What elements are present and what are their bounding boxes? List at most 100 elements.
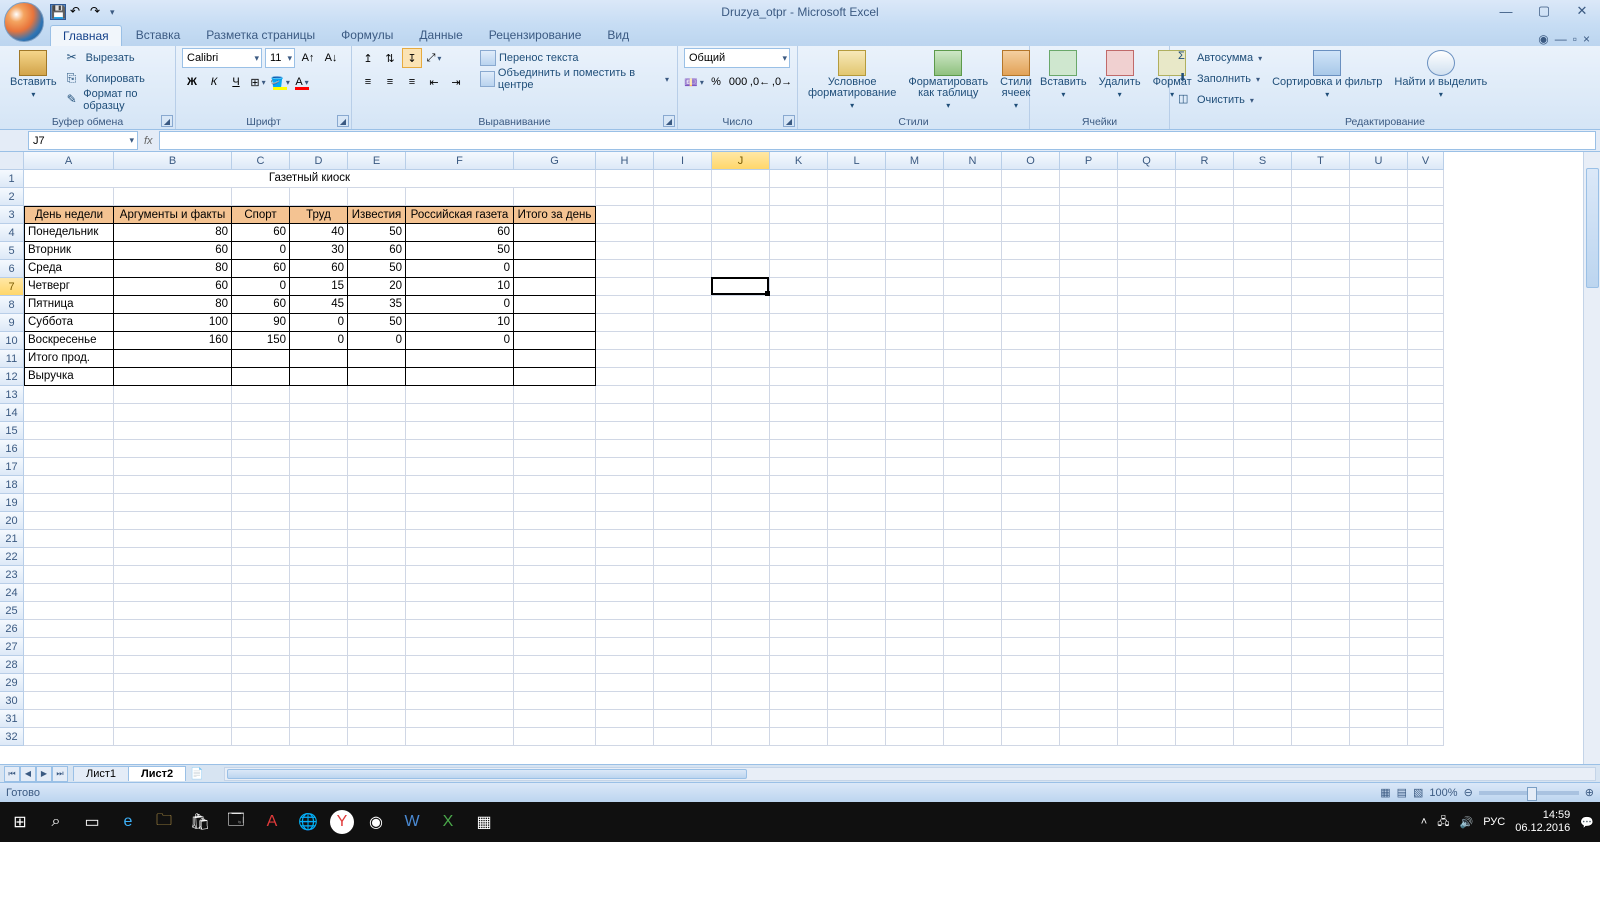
- cell[interactable]: [1350, 332, 1408, 350]
- cell[interactable]: [114, 548, 232, 566]
- cell[interactable]: 10: [406, 314, 514, 332]
- cell[interactable]: [654, 404, 712, 422]
- cell[interactable]: [1118, 476, 1176, 494]
- cell[interactable]: [770, 368, 828, 386]
- cell[interactable]: [1118, 584, 1176, 602]
- cell[interactable]: [1176, 710, 1234, 728]
- cell[interactable]: [1292, 188, 1350, 206]
- cell[interactable]: [114, 386, 232, 404]
- cell[interactable]: [944, 278, 1002, 296]
- cell[interactable]: [1060, 728, 1118, 746]
- cell[interactable]: [1118, 728, 1176, 746]
- cell[interactable]: [1292, 620, 1350, 638]
- cell[interactable]: [828, 620, 886, 638]
- horizontal-scrollbar[interactable]: [224, 767, 1596, 781]
- cell[interactable]: [290, 386, 348, 404]
- cell[interactable]: [828, 422, 886, 440]
- cell[interactable]: [1350, 530, 1408, 548]
- cell[interactable]: [348, 584, 406, 602]
- increase-decimal-button[interactable]: ,0←: [750, 72, 770, 92]
- cell[interactable]: 40: [290, 224, 348, 242]
- cell[interactable]: 20: [348, 278, 406, 296]
- cell[interactable]: [1002, 728, 1060, 746]
- cell[interactable]: [1118, 548, 1176, 566]
- cell[interactable]: [712, 242, 770, 260]
- cell[interactable]: День недели: [24, 206, 114, 224]
- row-header[interactable]: 23: [0, 566, 24, 584]
- cell[interactable]: [1350, 566, 1408, 584]
- cell[interactable]: 50: [348, 260, 406, 278]
- cell[interactable]: [596, 314, 654, 332]
- cell[interactable]: [770, 296, 828, 314]
- cell[interactable]: [1350, 188, 1408, 206]
- cell[interactable]: [24, 728, 114, 746]
- cell[interactable]: [886, 278, 944, 296]
- cell[interactable]: [114, 368, 232, 386]
- cell[interactable]: [24, 422, 114, 440]
- cell[interactable]: [770, 260, 828, 278]
- cell[interactable]: [1234, 296, 1292, 314]
- cell[interactable]: [828, 170, 886, 188]
- cell[interactable]: [1118, 350, 1176, 368]
- cell[interactable]: [514, 314, 596, 332]
- app-icon-2[interactable]: 🌐: [294, 808, 322, 836]
- cell[interactable]: [1408, 512, 1444, 530]
- cell[interactable]: [596, 458, 654, 476]
- cell[interactable]: [886, 476, 944, 494]
- cell[interactable]: [1292, 530, 1350, 548]
- cell[interactable]: [406, 548, 514, 566]
- cell[interactable]: [1118, 530, 1176, 548]
- cell[interactable]: [232, 350, 290, 368]
- cell[interactable]: [406, 674, 514, 692]
- row-header[interactable]: 22: [0, 548, 24, 566]
- cell[interactable]: [1002, 566, 1060, 584]
- cell[interactable]: [406, 602, 514, 620]
- cell[interactable]: [1292, 692, 1350, 710]
- cell[interactable]: [1060, 566, 1118, 584]
- cell[interactable]: [1060, 476, 1118, 494]
- cell[interactable]: [24, 620, 114, 638]
- cell[interactable]: [1234, 620, 1292, 638]
- cell[interactable]: [290, 620, 348, 638]
- cell[interactable]: [406, 368, 514, 386]
- cell[interactable]: [24, 692, 114, 710]
- cell[interactable]: [24, 674, 114, 692]
- cell[interactable]: [348, 422, 406, 440]
- restore-window-icon[interactable]: ▫: [1573, 32, 1577, 46]
- cell[interactable]: [232, 566, 290, 584]
- cell[interactable]: [1118, 710, 1176, 728]
- cell[interactable]: [712, 440, 770, 458]
- cell[interactable]: [654, 476, 712, 494]
- cell[interactable]: [596, 170, 654, 188]
- cell[interactable]: [1350, 440, 1408, 458]
- cell[interactable]: [290, 368, 348, 386]
- cell[interactable]: [886, 314, 944, 332]
- cell[interactable]: [232, 602, 290, 620]
- action-center-icon[interactable]: 💬: [1580, 816, 1594, 829]
- font-color-button[interactable]: A: [292, 72, 312, 92]
- font-size-combo[interactable]: 11: [265, 48, 295, 68]
- cell[interactable]: [1408, 404, 1444, 422]
- cell[interactable]: [1234, 656, 1292, 674]
- cell[interactable]: [1060, 710, 1118, 728]
- cell[interactable]: [514, 224, 596, 242]
- cell[interactable]: [348, 656, 406, 674]
- cell[interactable]: [1060, 260, 1118, 278]
- cell[interactable]: [1234, 224, 1292, 242]
- cell[interactable]: [1350, 296, 1408, 314]
- cell[interactable]: [406, 692, 514, 710]
- cell[interactable]: [770, 494, 828, 512]
- undo-icon[interactable]: ↶: [70, 4, 86, 20]
- cell[interactable]: [944, 566, 1002, 584]
- cell[interactable]: [712, 170, 770, 188]
- cell[interactable]: [1002, 206, 1060, 224]
- cell[interactable]: [1234, 530, 1292, 548]
- underline-button[interactable]: Ч: [226, 72, 246, 92]
- cell[interactable]: [406, 638, 514, 656]
- cell[interactable]: [1060, 656, 1118, 674]
- cell[interactable]: [1002, 242, 1060, 260]
- find-select-button[interactable]: Найти и выделить▾: [1390, 48, 1491, 102]
- fill-color-button[interactable]: 🪣: [270, 72, 290, 92]
- cell[interactable]: [1234, 278, 1292, 296]
- cell[interactable]: [944, 440, 1002, 458]
